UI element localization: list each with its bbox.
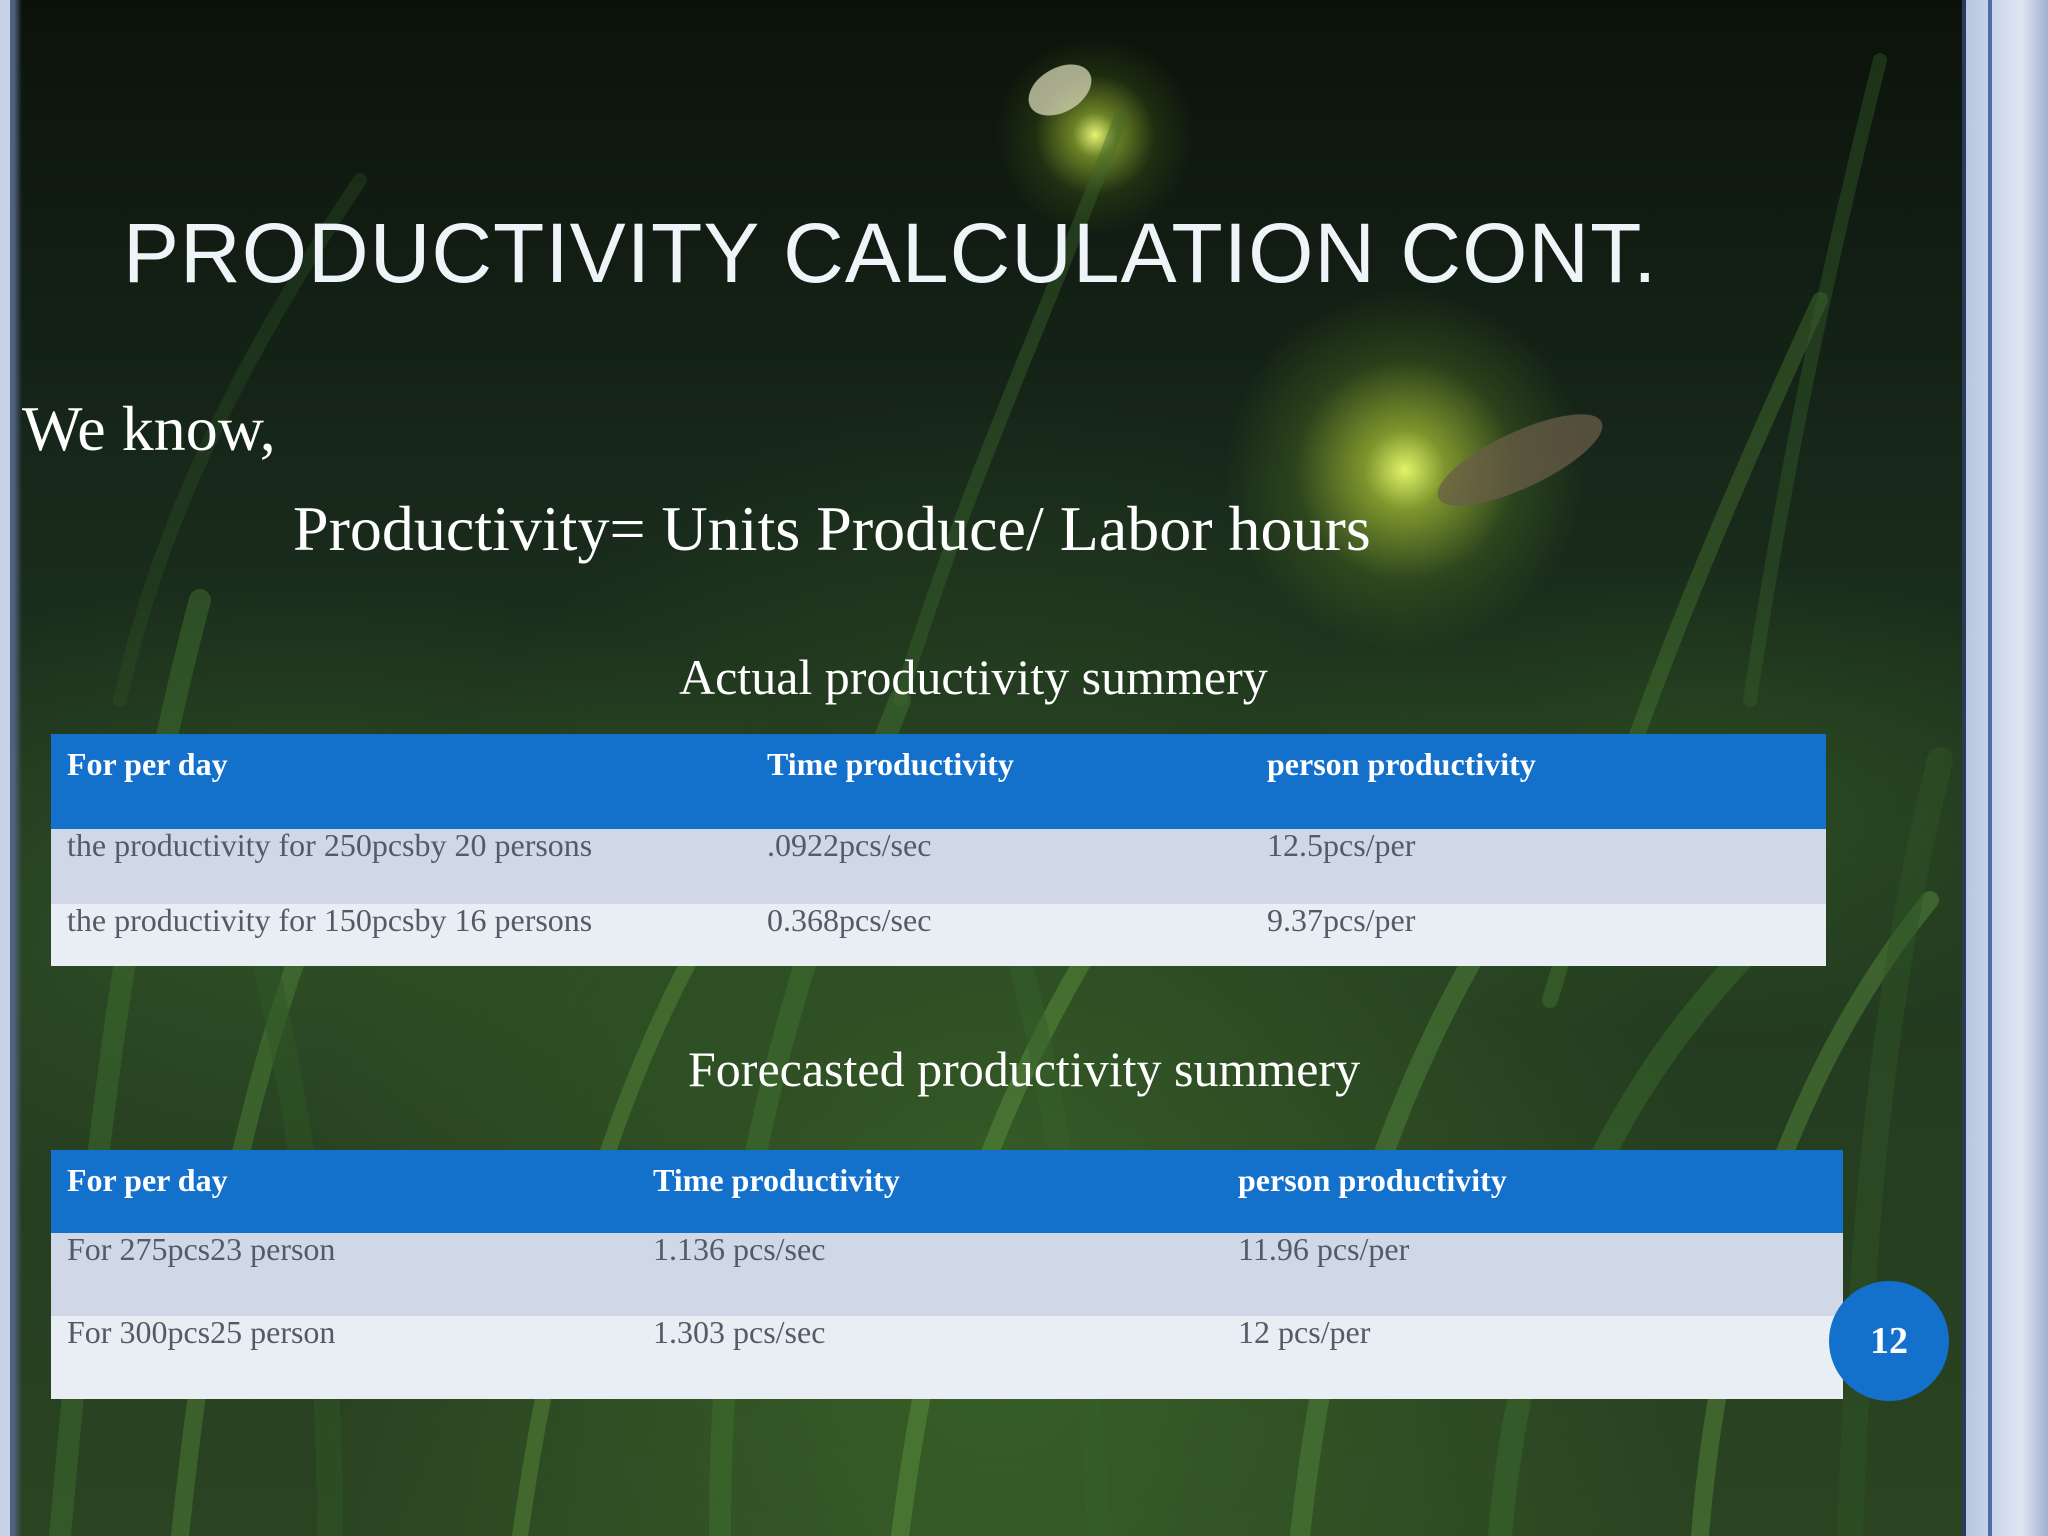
column-header: person productivity — [1251, 734, 1826, 829]
table-row: For 300pcs25 person 1.303 pcs/sec 12 pcs… — [51, 1316, 1843, 1399]
forecast-summary-caption: Forecasted productivity summery — [688, 1041, 1361, 1097]
slide-title: PRODUCTIVITY CALCULATION CONT. — [123, 206, 1658, 300]
table-row: For 275pcs23 person 1.136 pcs/sec 11.96 … — [51, 1233, 1843, 1316]
forecasted-productivity-table: For per day Time productivity person pro… — [51, 1150, 1843, 1399]
table-cell: For 275pcs23 person — [51, 1233, 637, 1316]
table-cell: 0.368pcs/sec — [751, 904, 1251, 966]
intro-text: We know, — [22, 393, 276, 464]
page-number-badge: 12 — [1829, 1281, 1949, 1401]
table-header-row: For per day Time productivity person pro… — [51, 734, 1826, 829]
table-cell: 1.136 pcs/sec — [637, 1233, 1222, 1316]
table-row: the productivity for 150pcsby 16 persons… — [51, 904, 1826, 966]
column-header: For per day — [51, 1150, 637, 1233]
table-cell: 12 pcs/per — [1222, 1316, 1843, 1399]
table-cell: the productivity for 150pcsby 16 persons — [51, 904, 751, 966]
column-header: person productivity — [1222, 1150, 1843, 1233]
actual-productivity-table: For per day Time productivity person pro… — [51, 734, 1826, 966]
table-cell: the productivity for 250pcsby 20 persons — [51, 829, 751, 904]
table-row: the productivity for 250pcsby 20 persons… — [51, 829, 1826, 904]
slide-left-border — [0, 0, 22, 1536]
table-cell: 9.37pcs/per — [1251, 904, 1826, 966]
table-cell: 11.96 pcs/per — [1222, 1233, 1843, 1316]
column-header: Time productivity — [751, 734, 1251, 829]
table-cell: .0922pcs/sec — [751, 829, 1251, 904]
table-cell: For 300pcs25 person — [51, 1316, 637, 1399]
table-header-row: For per day Time productivity person pro… — [51, 1150, 1843, 1233]
table-cell: 12.5pcs/per — [1251, 829, 1826, 904]
slide-right-border — [1962, 0, 2048, 1536]
table-cell: 1.303 pcs/sec — [637, 1316, 1222, 1399]
column-header: Time productivity — [637, 1150, 1222, 1233]
productivity-formula: Productivity= Units Produce/ Labor hours — [293, 493, 1371, 564]
actual-summary-caption: Actual productivity summery — [679, 649, 1268, 705]
column-header: For per day — [51, 734, 751, 829]
